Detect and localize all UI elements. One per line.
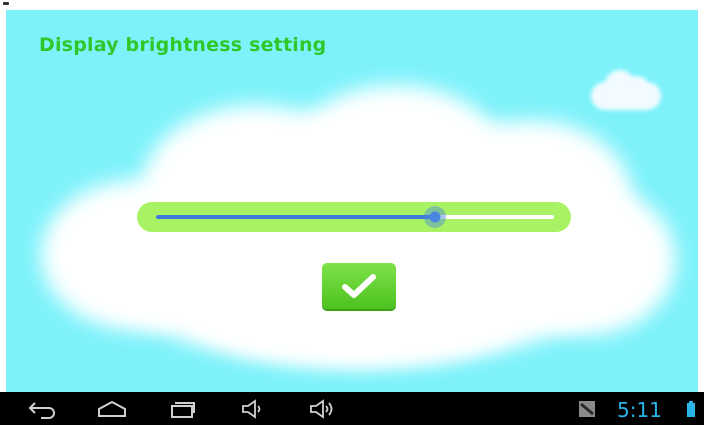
volume-down-icon [242,399,261,419]
back-icon [28,402,55,419]
recent-apps-icon [171,402,195,418]
confirm-button[interactable] [322,263,396,309]
sky-background: Display brightness setting [6,10,698,392]
home-button[interactable] [94,397,130,421]
volume-down-button[interactable] [238,397,268,421]
status-indicator-icon [3,2,9,5]
home-icon [98,400,126,417]
device-screen: Display brightness setting 5:11 [0,0,704,425]
page-title: Display brightness setting [39,34,327,56]
back-button[interactable] [24,397,60,421]
volume-up-icon [310,399,333,419]
recent-apps-button[interactable] [164,397,200,421]
status-strip [0,0,704,10]
brightness-slider-track[interactable] [156,206,554,228]
brightness-slider[interactable] [137,202,571,232]
navigation-bar: 5:11 [0,392,704,425]
battery-icon [684,397,698,421]
volume-up-button[interactable] [306,397,340,421]
checkmark-icon [342,274,376,298]
brightness-slider-fill [156,215,435,219]
clock-time: 5:11 [617,398,662,422]
screenshot-notification-icon[interactable] [576,397,598,421]
brightness-slider-thumb[interactable] [423,206,446,228]
